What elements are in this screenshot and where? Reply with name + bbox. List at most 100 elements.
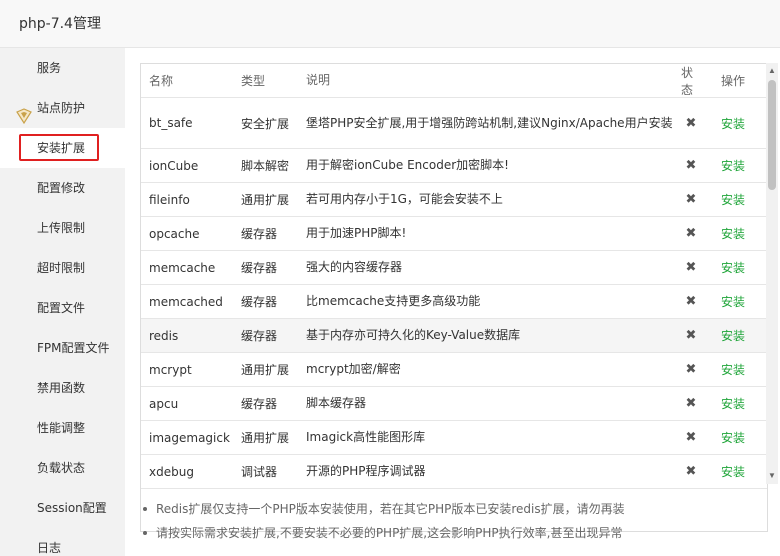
ext-type: 通用扩展 xyxy=(241,363,290,377)
install-link[interactable]: 安装 xyxy=(721,259,745,276)
ext-name: memcache xyxy=(149,260,216,275)
ext-desc: 强大的内容缓存器 xyxy=(306,260,403,274)
install-link[interactable]: 安装 xyxy=(721,395,745,412)
shield-icon xyxy=(15,100,33,125)
main-content: 名称 类型 说明 状态 操作 bt_safe 安全扩展 堡塔PHP安全扩展,用于增强防跨站机制… xyxy=(125,48,780,556)
status-x-icon: ✖ xyxy=(685,260,697,275)
sidebar-item-label: 配置修改 xyxy=(37,181,86,195)
ext-name: ionCube xyxy=(149,158,199,173)
install-link[interactable]: 安装 xyxy=(721,429,745,446)
install-link[interactable]: 安装 xyxy=(721,293,745,310)
table-scrollbar[interactable]: ▲ ▼ xyxy=(766,63,778,484)
header-status: 状态 xyxy=(681,65,694,97)
ext-type: 脚本解密 xyxy=(241,159,290,173)
ext-type: 缓存器 xyxy=(241,397,278,411)
sidebar-item[interactable]: 安装扩展 xyxy=(0,128,125,168)
install-link[interactable]: 安装 xyxy=(721,463,745,480)
sidebar-item-label: 负载状态 xyxy=(37,461,86,475)
sidebar-item[interactable]: 配置文件 xyxy=(0,288,125,328)
ext-desc: 用于解密ionCube Encoder加密脚本! xyxy=(306,158,509,172)
header-name: 名称 xyxy=(149,74,174,88)
note-item: 请按实际需求安装扩展,不要安装不必要的PHP扩展,这会影响PHP执行效率,甚至出… xyxy=(140,524,770,548)
status-x-icon: ✖ xyxy=(685,362,697,377)
sidebar-item[interactable]: Session配置 xyxy=(0,488,125,528)
sidebar: 服务站点防护安装扩展配置修改上传限制超时限制配置文件 FPM配置文件 禁用函数性能调… xyxy=(0,48,125,556)
ext-type: 安全扩展 xyxy=(241,116,290,131)
ext-type: 缓存器 xyxy=(241,261,278,275)
table-row: memcache 缓存器 强大的内容缓存器 ✖ 安装 xyxy=(141,251,767,285)
sidebar-item[interactable]: 站点防护 xyxy=(0,88,125,128)
scrollbar-thumb[interactable] xyxy=(768,80,776,190)
header-op: 操作 xyxy=(721,74,746,88)
install-link[interactable]: 安装 xyxy=(721,115,745,132)
sidebar-item[interactable]: 日志 xyxy=(0,528,125,556)
status-x-icon: ✖ xyxy=(685,115,697,131)
ext-type: 缓存器 xyxy=(241,227,278,241)
install-link[interactable]: 安装 xyxy=(721,361,745,378)
ext-name: xdebug xyxy=(149,464,194,479)
ext-name: mcrypt xyxy=(149,362,192,377)
sidebar-item[interactable]: 超时限制 xyxy=(0,248,125,288)
ext-type: 缓存器 xyxy=(241,295,278,309)
sidebar-item[interactable]: 禁用函数 xyxy=(0,368,125,408)
ext-desc: 比memcache支持更多高级功能 xyxy=(306,294,481,308)
sidebar-item-label: 服务 xyxy=(37,61,62,75)
table-row: opcache 缓存器 用于加速PHP脚本! ✖ 安装 xyxy=(141,217,767,251)
table-header: 名称 类型 说明 状态 操作 xyxy=(141,64,767,98)
ext-desc: 若可用内存小于1G，可能会安装不上 xyxy=(306,192,503,206)
sidebar-item[interactable]: 性能调整 xyxy=(0,408,125,448)
sidebar-item[interactable]: 负载状态 xyxy=(0,448,125,488)
sidebar-item-label: 超时限制 xyxy=(37,261,86,275)
status-x-icon: ✖ xyxy=(685,294,697,309)
scroll-down-arrow-icon[interactable]: ▼ xyxy=(766,470,778,482)
window-title: php-7.4管理 xyxy=(0,0,780,48)
table-row: redis 缓存器 基于内存亦可持久化的Key-Value数据库 ✖ 安装 xyxy=(141,319,767,353)
ext-desc: Imagick高性能图形库 xyxy=(306,430,426,444)
sidebar-item-label: 禁用函数 xyxy=(37,381,86,395)
table-row: fileinfo 通用扩展 若可用内存小于1G，可能会安装不上 ✖ 安装 xyxy=(141,183,767,217)
ext-desc: 用于加速PHP脚本! xyxy=(306,226,407,240)
table-row: xdebug 调试器 开源的PHP程序调试器 ✖ 安装 xyxy=(141,455,767,489)
ext-desc: 开源的PHP程序调试器 xyxy=(306,464,426,478)
table-row: bt_safe 安全扩展 堡塔PHP安全扩展,用于增强防跨站机制,建议Nginx/A… xyxy=(141,98,767,149)
sidebar-item-label: FPM配置文件 xyxy=(37,341,110,355)
ext-name: apcu xyxy=(149,396,179,411)
ext-name: fileinfo xyxy=(149,192,190,207)
sidebar-item-label: 性能调整 xyxy=(37,421,86,435)
ext-type: 通用扩展 xyxy=(241,193,290,207)
install-link[interactable]: 安装 xyxy=(721,157,745,174)
sidebar-item-label: 上传限制 xyxy=(37,221,86,235)
header-desc: 说明 xyxy=(306,73,331,87)
extensions-table: 名称 类型 说明 状态 操作 bt_safe 安全扩展 堡塔PHP安全扩展,用于增强防跨站机制… xyxy=(140,63,768,532)
status-x-icon: ✖ xyxy=(685,158,697,173)
scroll-up-arrow-icon[interactable]: ▲ xyxy=(766,65,778,77)
sidebar-item[interactable]: 服务 xyxy=(0,48,125,88)
sidebar-item[interactable]: 配置修改 xyxy=(0,168,125,208)
install-link[interactable]: 安装 xyxy=(721,225,745,242)
sidebar-item-label: 配置文件 xyxy=(37,301,86,315)
ext-name: imagemagick xyxy=(149,430,230,445)
sidebar-item-label: 安装扩展 xyxy=(37,141,86,155)
header-type: 类型 xyxy=(241,74,266,88)
notes-list: Redis扩展仅支持一个PHP版本安装使用，若在其它PHP版本已安装redis扩… xyxy=(140,500,770,548)
sidebar-item[interactable]: FPM配置文件 xyxy=(0,328,125,368)
table-row: mcrypt 通用扩展 mcrypt加密/解密 ✖ 安装 xyxy=(141,353,767,387)
status-x-icon: ✖ xyxy=(685,430,697,445)
install-link[interactable]: 安装 xyxy=(721,191,745,208)
status-x-icon: ✖ xyxy=(685,328,697,343)
ext-desc: mcrypt加密/解密 xyxy=(306,362,401,376)
ext-desc: 堡塔PHP安全扩展,用于增强防跨站机制,建议Nginx/Apache用户安装 xyxy=(306,115,673,130)
sidebar-item[interactable]: 上传限制 xyxy=(0,208,125,248)
sidebar-item-label: Session配置 xyxy=(37,501,107,515)
status-x-icon: ✖ xyxy=(685,226,697,241)
table-row: ionCube 脚本解密 用于解密ionCube Encoder加密脚本! ✖ 安装 xyxy=(141,149,767,183)
ext-name: memcached xyxy=(149,294,223,309)
status-x-icon: ✖ xyxy=(685,464,697,479)
ext-desc: 脚本缓存器 xyxy=(306,396,367,410)
table-row: imagemagick 通用扩展 Imagick高性能图形库 ✖ 安装 xyxy=(141,421,767,455)
ext-name: opcache xyxy=(149,226,200,241)
ext-type: 缓存器 xyxy=(241,329,278,343)
install-link[interactable]: 安装 xyxy=(721,327,745,344)
table-row: memcached 缓存器 比memcache支持更多高级功能 ✖ 安装 xyxy=(141,285,767,319)
sidebar-item-label: 站点防护 xyxy=(37,101,86,115)
